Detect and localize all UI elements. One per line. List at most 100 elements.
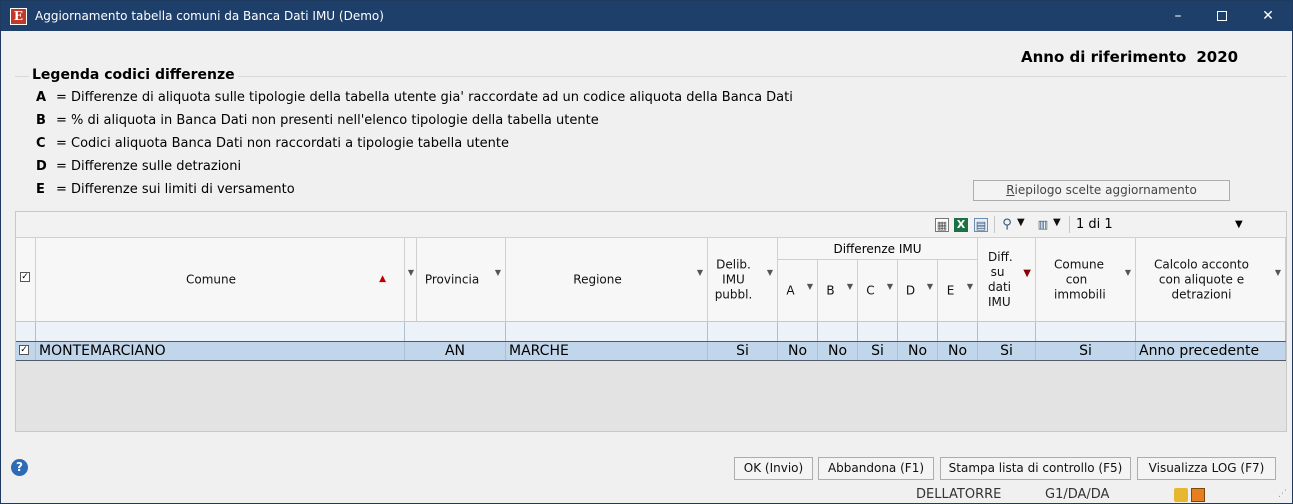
ok-button[interactable]: OK (Invio) — [734, 457, 813, 480]
grid-layout-icon[interactable]: ▦ — [935, 218, 949, 232]
cell-diff-e[interactable]: No — [938, 342, 978, 360]
cell-delib[interactable]: Si — [708, 342, 778, 360]
cell-comune-immobili[interactable]: Si — [1036, 342, 1136, 360]
comuni-grid: ▦ X ▤ ⚲ ▼ ▥ ▼ 1 di 1 ▼ ✓ Comune ▲ ▼ Provi… — [15, 211, 1287, 432]
zoom-dropdown-icon[interactable]: ▼ — [1017, 217, 1025, 228]
select-all-checkbox[interactable]: ✓ — [20, 272, 30, 282]
close-button[interactable]: ✕ — [1246, 1, 1290, 31]
filter-cell[interactable] — [858, 322, 898, 342]
cell-diff-b[interactable]: No — [818, 342, 858, 360]
table-row[interactable]: ✓ MONTEMARCIANO AN MARCHE Si No No Si No… — [16, 341, 1286, 361]
excel-export-icon[interactable]: X — [954, 218, 968, 232]
cell-diff-d[interactable]: No — [898, 342, 938, 360]
header-differenze-imu: Differenze IMU — [778, 238, 978, 260]
header-calcolo-acconto[interactable]: Calcolo acconto con aliquote e detrazion… — [1136, 238, 1286, 322]
visualizza-log-button[interactable]: Visualizza LOG (F7) — [1137, 457, 1276, 480]
header-diff-a[interactable]: A ▼ — [778, 260, 818, 322]
stampa-button[interactable]: Stampa lista di controllo (F5) — [940, 457, 1131, 480]
grid-view-icon[interactable]: ▤ — [974, 218, 988, 232]
minimize-button[interactable]: – — [1156, 1, 1200, 31]
header-label: B — [826, 283, 835, 297]
riepilogo-button[interactable]: Riepilogo scelte aggiornamento — [973, 180, 1230, 201]
legend-code: E — [36, 182, 45, 197]
filter-dropdown-icon[interactable]: ▼ — [887, 282, 893, 291]
filter-cell[interactable] — [16, 322, 36, 342]
filter-dropdown-icon[interactable]: ▼ — [967, 282, 973, 291]
cell-regione[interactable]: MARCHE — [506, 342, 708, 360]
filter-dropdown-icon[interactable]: ▼ — [408, 268, 414, 277]
filter-cell[interactable] — [938, 322, 978, 342]
legend-text: = Differenze sulle detrazioni — [56, 159, 242, 174]
filter-dropdown-icon[interactable]: ▼ — [847, 282, 853, 291]
filter-dropdown-icon[interactable]: ▼ — [495, 268, 501, 277]
filter-row[interactable] — [16, 322, 1286, 342]
header-label: D — [905, 283, 916, 297]
filter-dropdown-icon[interactable]: ▼ — [767, 268, 773, 277]
resize-grip-icon[interactable]: ⋰ — [1278, 489, 1287, 499]
legend-text: = % di aliquota in Banca Dati non presen… — [56, 113, 599, 128]
columns-dropdown-icon[interactable]: ▼ — [1053, 217, 1061, 228]
cell-diff-a[interactable]: No — [778, 342, 818, 360]
help-icon[interactable]: ? — [11, 459, 28, 476]
filter-cell[interactable] — [506, 322, 708, 342]
filter-dropdown-icon[interactable]: ▼ — [1275, 268, 1281, 277]
header-diff-d[interactable]: D ▼ — [898, 260, 938, 322]
legend-code: C — [36, 136, 46, 151]
maximize-button[interactable] — [1200, 1, 1244, 31]
filter-cell[interactable] — [778, 322, 818, 342]
legend-code: A — [36, 90, 47, 105]
header-comune[interactable]: Comune ▲ — [36, 238, 405, 322]
cell-calcolo-acconto[interactable]: Anno precedente — [1136, 342, 1286, 360]
cell-provincia[interactable]: AN — [405, 342, 506, 360]
columns-icon[interactable]: ▥ — [1036, 218, 1050, 232]
filter-cell[interactable] — [405, 322, 506, 342]
header-label: Diff. su dati IMU — [988, 249, 1013, 309]
filter-cell[interactable] — [1136, 322, 1286, 342]
filter-active-icon[interactable]: ▼ — [1023, 268, 1031, 279]
filter-dropdown-icon[interactable]: ▼ — [1125, 268, 1131, 277]
filter-cell[interactable] — [898, 322, 938, 342]
header-diff-c[interactable]: C ▼ — [858, 260, 898, 322]
filter-cell[interactable] — [36, 322, 405, 342]
legend-panel: Legenda codici differenze A = Differenze … — [15, 67, 1287, 207]
filter-cell[interactable] — [818, 322, 858, 342]
page-indicator: 1 di 1 — [1076, 217, 1113, 232]
anno-label: Anno di riferimento — [1021, 48, 1187, 66]
riepilogo-label: iepilogo scelte aggiornamento — [1014, 183, 1197, 197]
filter-dropdown-icon[interactable]: ▼ — [697, 268, 703, 277]
header-comune-immobili[interactable]: Comune con immobili ▼ — [1036, 238, 1136, 322]
sort-asc-icon[interactable]: ▲ — [379, 274, 386, 284]
header-provincia[interactable]: Provincia ▼ — [417, 238, 506, 322]
header-diff-e[interactable]: E ▼ — [938, 260, 978, 322]
filter-cell[interactable] — [708, 322, 778, 342]
header-diff-su-dati[interactable]: Diff. su dati IMU ▼ — [978, 238, 1036, 322]
cell-comune[interactable]: MONTEMARCIANO — [36, 342, 405, 360]
legend-item-a: A = Differenze di aliquota sulle tipologi… — [36, 90, 793, 105]
window-title: Aggiornamento tabella comuni da Banca Da… — [35, 9, 384, 23]
header-regione[interactable]: Regione ▼ — [506, 238, 708, 322]
header-label: Delib. IMU pubbl. — [714, 257, 753, 301]
row-select-cell[interactable]: ✓ — [16, 342, 36, 360]
header-delib[interactable]: Delib. IMU pubbl. ▼ — [708, 238, 778, 322]
header-label: Comune — [185, 272, 236, 286]
title-bar[interactable]: E Aggiornamento tabella comuni da Banca … — [1, 1, 1292, 31]
abbandona-button[interactable]: Abbandona (F1) — [818, 457, 934, 480]
zoom-search-icon[interactable]: ⚲ — [1000, 218, 1014, 232]
header-diff-b[interactable]: B ▼ — [818, 260, 858, 322]
header-select-all[interactable]: ✓ — [16, 238, 36, 322]
cell-diff-c[interactable]: Si — [858, 342, 898, 360]
header-comune-filter[interactable]: ▼ — [405, 238, 417, 322]
filter-cell[interactable] — [1036, 322, 1136, 342]
maximize-icon — [1217, 11, 1227, 21]
filter-cell[interactable] — [978, 322, 1036, 342]
legend-item-b: B = % di aliquota in Banca Dati non prese… — [36, 113, 599, 128]
main-window: E Aggiornamento tabella comuni da Banca … — [0, 0, 1293, 504]
filter-dropdown-icon[interactable]: ▼ — [927, 282, 933, 291]
cell-diff-su-dati[interactable]: Si — [978, 342, 1036, 360]
filter-dropdown-icon[interactable]: ▼ — [807, 282, 813, 291]
legend-item-e: E = Differenze sui limiti di versamento — [36, 182, 295, 197]
user-status-icon — [1174, 488, 1188, 502]
app-icon: E — [10, 8, 27, 25]
row-checkbox[interactable]: ✓ — [19, 345, 29, 355]
page-dropdown-icon[interactable]: ▼ — [1235, 219, 1243, 230]
